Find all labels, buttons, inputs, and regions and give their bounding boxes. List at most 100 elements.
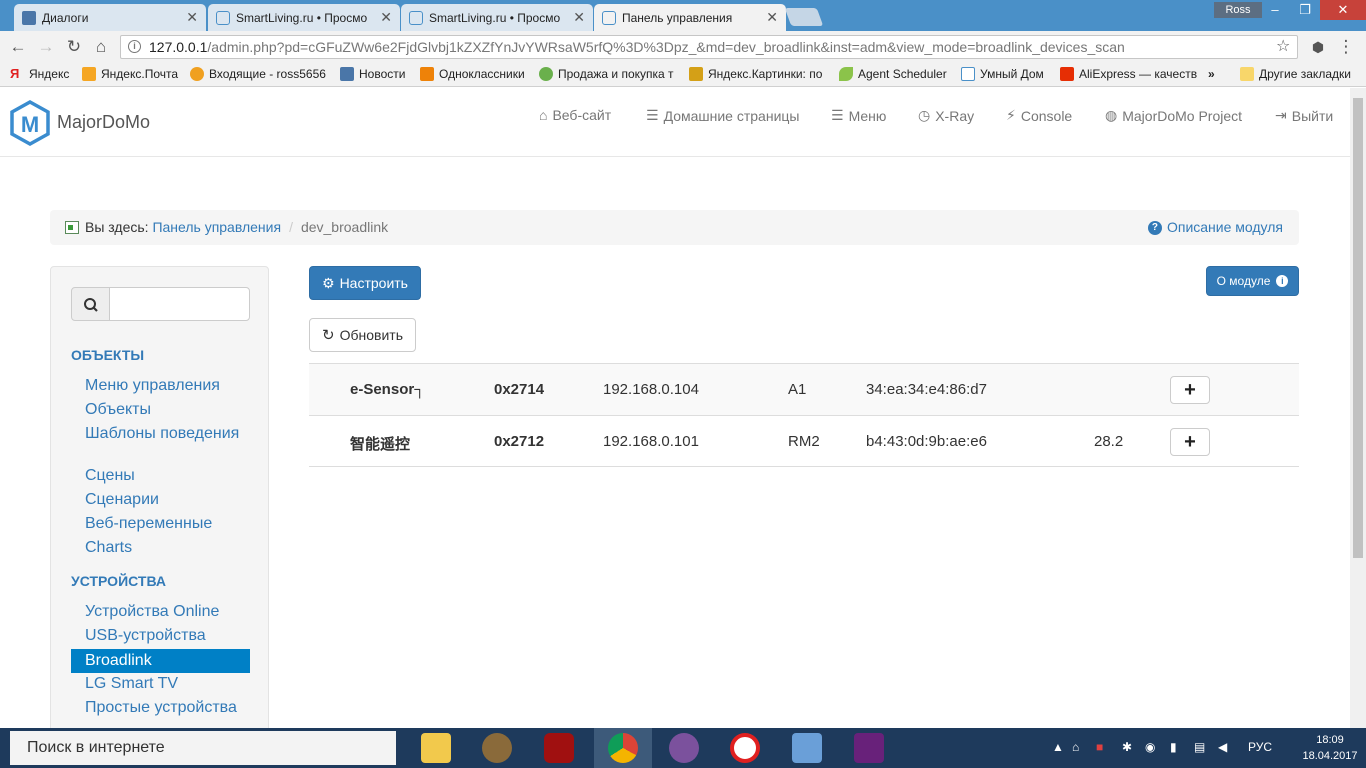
browser-tab-dialogs[interactable]: Диалоги ✕ [14,4,206,31]
tray-language[interactable]: РУС [1248,740,1272,754]
taskbar-remote-desktop[interactable] [778,728,836,768]
breadcrumb: Вы здесь: Панель управления / dev_broadlin… [50,210,1299,245]
tray-battery-icon[interactable]: ▮ [1170,740,1177,754]
power-icon [544,733,574,763]
refresh-label: Обновить [339,327,403,343]
sidebar-item-devices-online[interactable]: Устройства Online [71,603,250,621]
minimize-icon[interactable]: – [1260,0,1290,20]
profile-badge[interactable]: Ross [1214,2,1262,18]
tray-home-icon[interactable]: ⌂ [1072,740,1079,754]
bookmark-yandex[interactable]: Я Яндекс [10,67,74,81]
restore-icon[interactable]: ❐ [1290,0,1320,20]
bookmark-agent-scheduler[interactable]: Agent Scheduler [839,67,951,81]
bookmarks-more-button[interactable]: » [1208,67,1222,81]
tray-volume-icon[interactable]: ◀ [1218,740,1227,754]
bookmark-label: Одноклассники [439,67,525,81]
taskbar-explorer[interactable] [407,728,465,768]
taskbar-app-2[interactable] [468,728,526,768]
sidebar-item-objects[interactable]: Объекты [71,401,250,419]
taskbar-viber[interactable] [655,728,713,768]
search-button[interactable] [71,287,110,321]
url-host: 127.0.0.1 [149,39,208,55]
taskbar-app-power[interactable] [530,728,588,768]
add-device-button[interactable]: + [1170,428,1210,456]
nav-home-pages[interactable]: ☰ Домашние страницы [646,107,799,124]
home-icon[interactable]: ⌂ [91,37,111,57]
sidebar-item-control-menu[interactable]: Меню управления [71,377,250,395]
browser-tab-smartliving-2[interactable]: SmartLiving.ru • Просмо ✕ [401,4,593,31]
nav-menu[interactable]: ☰ Меню [831,107,886,124]
brand-name[interactable]: MajorDoMo [57,112,150,133]
window-close-icon[interactable]: ✕ [1320,0,1366,20]
browser-menu-icon[interactable]: ⋮ [1336,37,1356,57]
info-icon[interactable]: i [128,40,141,53]
tray-viber-icon[interactable]: ◉ [1145,740,1155,754]
breadcrumb-link-control-panel[interactable]: Панель управления [152,219,281,235]
majordomo-icon [409,10,423,25]
breadcrumb-current: dev_broadlink [300,219,389,235]
search-icon [84,298,98,312]
close-icon[interactable]: ✕ [380,9,392,26]
other-bookmarks[interactable]: Другие закладки [1240,67,1356,81]
close-icon[interactable]: ✕ [573,9,585,26]
sidebar-item-usb-devices[interactable]: USB-устройства [71,627,250,645]
forward-icon[interactable]: → [36,37,56,57]
extension-icon[interactable]: ⬢ [1308,37,1328,57]
bookmark-sales[interactable]: Продажа и покупка т [539,67,679,81]
sidebar-item-scenes[interactable]: Сцены [71,467,250,485]
tray-expand-icon[interactable]: ▲ [1052,740,1064,754]
browser-tab-smartliving-1[interactable]: SmartLiving.ru • Просмо ✕ [208,4,400,31]
taskbar-clock[interactable]: 18:09 18.04.2017 [1300,732,1360,764]
tray-network-icon[interactable]: ▤ [1194,740,1205,754]
bookmark-inbox[interactable]: Входящие - ross5656 [190,67,328,81]
close-icon[interactable]: ✕ [766,9,778,26]
bookmark-yandex-images[interactable]: Яндекс.Картинки: по [689,67,829,81]
tray-antivirus-icon[interactable]: ■ [1096,740,1103,754]
bookmark-aliexpress[interactable]: AliExpress — качеств [1060,67,1198,81]
bookmark-odnoklassniki[interactable]: Одноклассники [420,67,532,81]
tab-label: Панель управления [622,10,733,25]
address-bar[interactable]: 127.0.0.1/admin.php?pd=cGFuZWw6e2FjdGlvb… [120,35,1298,59]
add-device-button[interactable]: + [1170,376,1210,404]
sidebar-item-scripts[interactable]: Сценарии [71,491,250,509]
bookmark-label: Яндекс.Картинки: по [708,67,823,81]
question-icon: ? [1147,220,1162,235]
taskbar-search-box[interactable]: Поиск в интернете [10,731,396,765]
bookmarks-bar: Я Яндекс Яндекс.Почта Входящие - ross5656… [0,63,1366,87]
module-description-link[interactable]: ? Описание модуля [1147,210,1283,245]
nav-xray[interactable]: ◷ X-Ray [918,107,974,124]
about-module-button[interactable]: О модуле i [1206,266,1299,296]
sidebar-item-broadlink[interactable]: Broadlink [71,649,250,673]
sidebar-item-behavior-templates[interactable]: Шаблоны поведения [71,425,250,443]
search-input[interactable] [109,287,250,321]
bookmark-smart-home[interactable]: Умный Дом [961,67,1053,81]
sidebar-item-lg-smart-tv[interactable]: LG Smart TV [71,675,250,693]
bookmark-news[interactable]: Новости [340,67,412,81]
majordomo-logo-icon[interactable]: M [10,100,50,146]
nav-majordomo-project[interactable]: ◍ MajorDoMo Project [1105,107,1242,124]
page-scrollbar[interactable] [1350,88,1366,728]
back-icon[interactable]: ← [8,37,28,57]
chrome-icon [608,733,638,763]
bookmark-yandex-mail[interactable]: Яндекс.Почта [82,67,182,81]
sidebar-item-charts[interactable]: Charts [71,539,250,557]
bookmark-star-icon[interactable]: ☆ [1276,36,1290,56]
scrollbar-thumb[interactable] [1353,98,1363,558]
nav-label: MajorDoMo Project [1122,107,1243,124]
new-tab-button[interactable] [784,8,824,26]
nav-logout[interactable]: ⇥ Выйти [1275,107,1333,124]
browser-tab-control-panel[interactable]: Панель управления ✕ [594,4,786,31]
reload-icon[interactable]: ↻ [64,37,84,57]
sidebar-item-web-variables[interactable]: Веб-переменные [71,515,250,533]
taskbar-yandex-browser[interactable] [716,728,774,768]
nav-website[interactable]: ⌂ Веб-сайт [539,107,611,123]
nav-console[interactable]: ⚡ Console [1006,107,1072,124]
sidebar-item-simple-devices[interactable]: Простые устройства [71,699,250,717]
majordomo-icon [602,10,616,25]
configure-button[interactable]: ⚙ Настроить [309,266,421,300]
close-icon[interactable]: ✕ [186,9,198,26]
taskbar-chrome[interactable] [594,728,652,768]
tray-bluetooth-icon[interactable]: ✱ [1122,740,1132,754]
refresh-button[interactable]: ↻ Обновить [309,318,416,352]
taskbar-visual-studio[interactable] [840,728,898,768]
